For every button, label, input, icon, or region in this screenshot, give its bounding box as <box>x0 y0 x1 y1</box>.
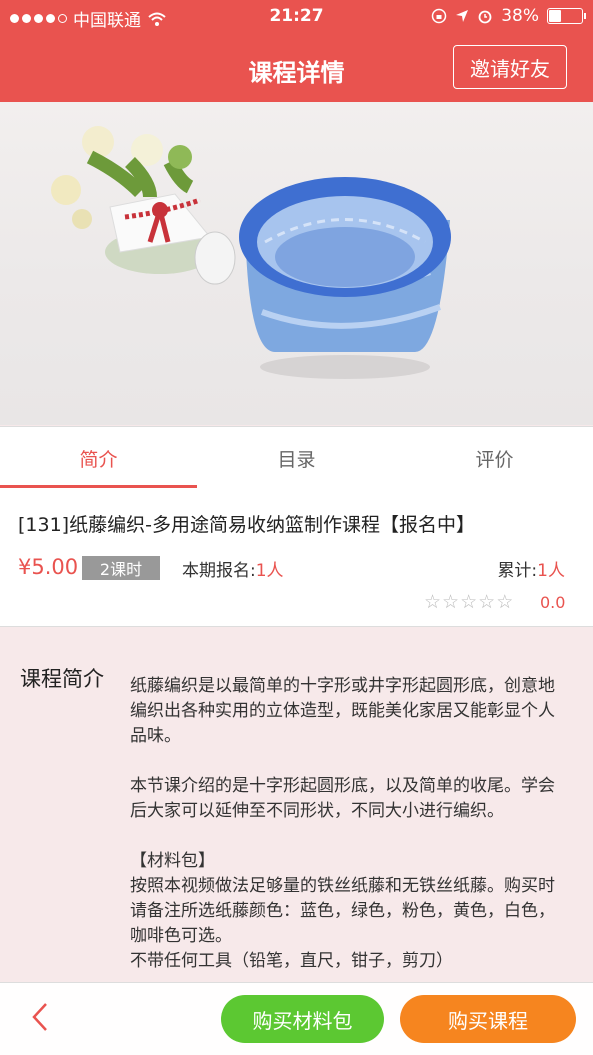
star-icon: ☆ <box>478 591 496 613</box>
star-icon: ☆ <box>496 591 514 613</box>
star-icon: ☆ <box>460 591 478 613</box>
intro-paragraph: 本节课介绍的是十字形起圆形底，以及简单的收尾。学会后大家可以延伸至不同形状，不同… <box>130 776 555 821</box>
star-icon: ☆ <box>442 591 460 613</box>
buy-material-button[interactable]: 购买材料包 <box>221 995 384 1043</box>
banner-image <box>51 126 451 379</box>
lessons-badge: 2课时 <box>82 556 160 580</box>
tab-catalog[interactable]: 目录 <box>198 427 395 489</box>
tab-bar: 简介 目录 评价 <box>0 426 593 490</box>
tab-active-indicator <box>0 485 197 488</box>
battery-icon <box>547 8 586 24</box>
enrollment-count: 1人 <box>255 561 284 581</box>
bottom-action-bar: 购买材料包 购买课程 <box>0 982 593 1055</box>
course-info-card: [131]纸藤编织-多用途简易收纳篮制作课程【报名中】 ¥5.00 2课时 本期… <box>0 489 593 627</box>
total-count: 1人 <box>537 561 565 581</box>
status-right: 38% <box>431 6 586 26</box>
course-price: ¥5.00 <box>18 555 79 579</box>
intro-paragraph: 纸藤编织是以最简单的十字形或井字形起圆形底，创意地编织出各种实用的立体造型，既能… <box>130 676 555 746</box>
basket-illustration <box>239 177 451 379</box>
intro-body: 纸藤编织是以最简单的十字形或井字形起圆形底，创意地编织出各种实用的立体造型，既能… <box>130 674 570 999</box>
enrollment-total: 累计:1人 <box>497 556 565 581</box>
battery-percent: 38% <box>501 6 539 26</box>
rating-value: 0.0 <box>540 593 566 612</box>
total-label: 累计: <box>497 561 538 581</box>
enrollment-current: 本期报名:1人 <box>182 556 284 581</box>
flower-pot-illustration <box>51 126 236 285</box>
nav-bar: 课程详情 邀请好友 <box>0 34 593 102</box>
status-bar: 中国联通 21:27 38% <box>0 0 593 34</box>
invite-friends-button[interactable]: 邀请好友 <box>453 45 567 89</box>
banner-carousel[interactable] <box>0 102 593 425</box>
star-icon: ☆ <box>424 591 442 613</box>
rating-stars: ☆ ☆ ☆ ☆ ☆ <box>424 591 513 613</box>
enrollment-label: 本期报名: <box>182 561 256 581</box>
tab-intro[interactable]: 简介 <box>0 427 197 489</box>
lock-rotation-icon <box>431 8 447 24</box>
tab-reviews[interactable]: 评价 <box>396 427 593 489</box>
buy-course-button[interactable]: 购买课程 <box>400 995 576 1043</box>
location-icon <box>456 10 469 22</box>
course-title: [131]纸藤编织-多用途简易收纳篮制作课程【报名中】 <box>18 514 475 536</box>
intro-heading: 课程简介 <box>20 667 104 691</box>
back-arrow-icon[interactable] <box>30 1002 50 1032</box>
intro-paragraph: 【材料包】 按照本视频做法足够量的铁丝纸藤和无铁丝纸藤。购买时请备注所选纸藤颜色… <box>130 851 555 971</box>
alarm-icon <box>478 10 492 24</box>
